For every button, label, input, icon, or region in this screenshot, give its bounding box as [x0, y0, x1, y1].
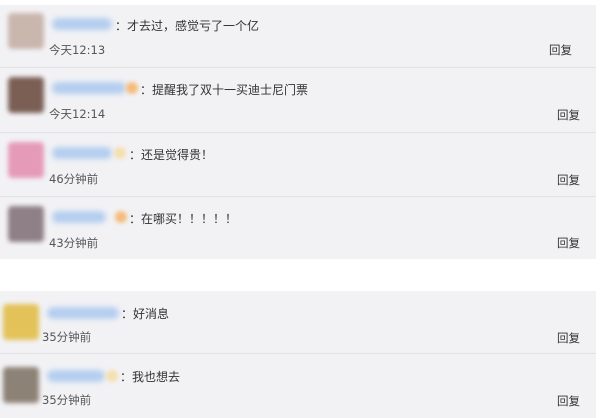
username-blurred[interactable] [52, 18, 112, 30]
comment-time: 46分钟前 [49, 172, 99, 186]
vip-badge-icon [126, 82, 138, 94]
comment-text: ：还是觉得贵！ [129, 148, 214, 162]
comment-text: ：好消息 [121, 307, 170, 321]
reply-button[interactable]: 回复 [557, 235, 580, 251]
username-blurred[interactable] [52, 147, 112, 159]
reply-button[interactable]: 回复 [549, 42, 572, 58]
comment-item: ：我也想去 35分钟前 回复 [0, 354, 596, 418]
comment-text: ：我也想去 [120, 370, 181, 384]
comment-item: ：还是觉得贵！ 46分钟前 回复 [0, 133, 596, 197]
avatar[interactable] [3, 367, 39, 403]
reply-button[interactable]: 回复 [557, 330, 580, 346]
comment-panel-bottom: ：好消息 35分钟前 回复 ：我也想去 35分钟前 回复 [0, 291, 596, 418]
username-blurred[interactable] [47, 307, 119, 319]
comment-time: 今天12:13 [49, 43, 106, 57]
vip-badge-icon [114, 147, 126, 159]
vip-badge-icon [115, 211, 127, 223]
reply-button[interactable]: 回复 [557, 172, 580, 188]
comment-item: ：好消息 35分钟前 回复 [0, 291, 596, 354]
avatar[interactable] [8, 13, 44, 49]
reply-button[interactable]: 回复 [557, 393, 580, 409]
avatar[interactable] [3, 304, 39, 340]
username-blurred[interactable] [52, 82, 126, 94]
username-blurred[interactable] [52, 211, 106, 223]
comment-text: ：才去过，感觉亏了一个亿 [115, 19, 260, 33]
reply-button[interactable]: 回复 [557, 107, 580, 123]
comment-text: ：在哪买！！！！！ [129, 212, 238, 226]
comment-item: ：提醒我了双十一买迪士尼门票 今天12:14 回复 [0, 68, 596, 133]
comment-panel-top: ：才去过，感觉亏了一个亿 今天12:13 回复 ：提醒我了双十一买迪士尼门票 今… [0, 5, 596, 259]
avatar[interactable] [8, 206, 44, 242]
comment-text: ：提醒我了双十一买迪士尼门票 [140, 83, 309, 97]
username-blurred[interactable] [47, 370, 105, 382]
avatar[interactable] [8, 77, 44, 113]
comment-time: 35分钟前 [42, 393, 92, 407]
comment-time: 43分钟前 [49, 236, 99, 250]
comment-item: ：在哪买！！！！！ 43分钟前 回复 [0, 197, 596, 259]
comments-page: ：才去过，感觉亏了一个亿 今天12:13 回复 ：提醒我了双十一买迪士尼门票 今… [0, 0, 615, 418]
comment-item: ：才去过，感觉亏了一个亿 今天12:13 回复 [0, 5, 596, 68]
comment-time: 今天12:14 [49, 107, 106, 121]
vip-badge-icon [106, 370, 118, 382]
avatar[interactable] [8, 142, 44, 178]
comment-time: 35分钟前 [42, 330, 92, 344]
